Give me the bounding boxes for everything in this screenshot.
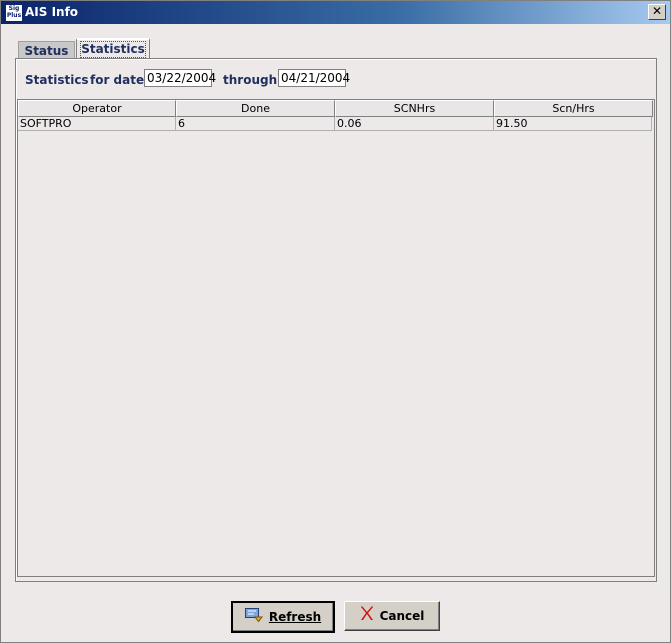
refresh-button[interactable]: Refresh xyxy=(231,601,335,633)
column-header-done[interactable]: Done xyxy=(176,100,335,117)
window-title: AIS Info xyxy=(25,5,79,19)
refresh-icon xyxy=(244,604,263,632)
column-header-scn-per-hrs[interactable]: Scn/Hrs xyxy=(494,100,653,117)
cell-scn-per-hrs: 91.50 xyxy=(494,117,652,131)
cancel-label: Cancel xyxy=(379,609,425,623)
cell-done: 6 xyxy=(176,117,335,131)
through-label: through xyxy=(223,73,278,87)
ais-info-window: Sig Plus AIS Info ✕ Status Statistics St… xyxy=(0,0,671,643)
column-header-operator[interactable]: Operator xyxy=(18,100,176,117)
cell-scnhrs: 0.06 xyxy=(335,117,494,131)
statistics-table: Operator Done SCNHrs Scn/Hrs SOFTPRO 6 0… xyxy=(17,99,655,577)
refresh-label: Refresh xyxy=(268,610,322,624)
from-date-field[interactable]: 03/22/2004 xyxy=(144,69,216,87)
app-icon: Sig Plus xyxy=(5,4,23,22)
to-date-field[interactable]: 04/21/2004 xyxy=(278,69,350,87)
table-header: Operator Done SCNHrs Scn/Hrs xyxy=(18,100,653,117)
red-x-icon xyxy=(360,603,374,631)
column-header-scnhrs[interactable]: SCNHrs xyxy=(335,100,494,117)
close-button[interactable]: ✕ xyxy=(648,4,666,20)
statistics-label: Statistics xyxy=(25,73,89,87)
title-bar[interactable]: Sig Plus AIS Info ✕ xyxy=(1,1,670,24)
tab-statistics[interactable]: Statistics xyxy=(76,38,150,60)
table-row[interactable]: SOFTPRO 6 0.06 91.50 xyxy=(18,117,652,133)
tab-statistics-label: Statistics xyxy=(80,41,146,58)
cell-operator: SOFTPRO xyxy=(18,117,176,131)
for-date-label: for date xyxy=(90,73,145,87)
cancel-button[interactable]: Cancel xyxy=(344,601,440,631)
